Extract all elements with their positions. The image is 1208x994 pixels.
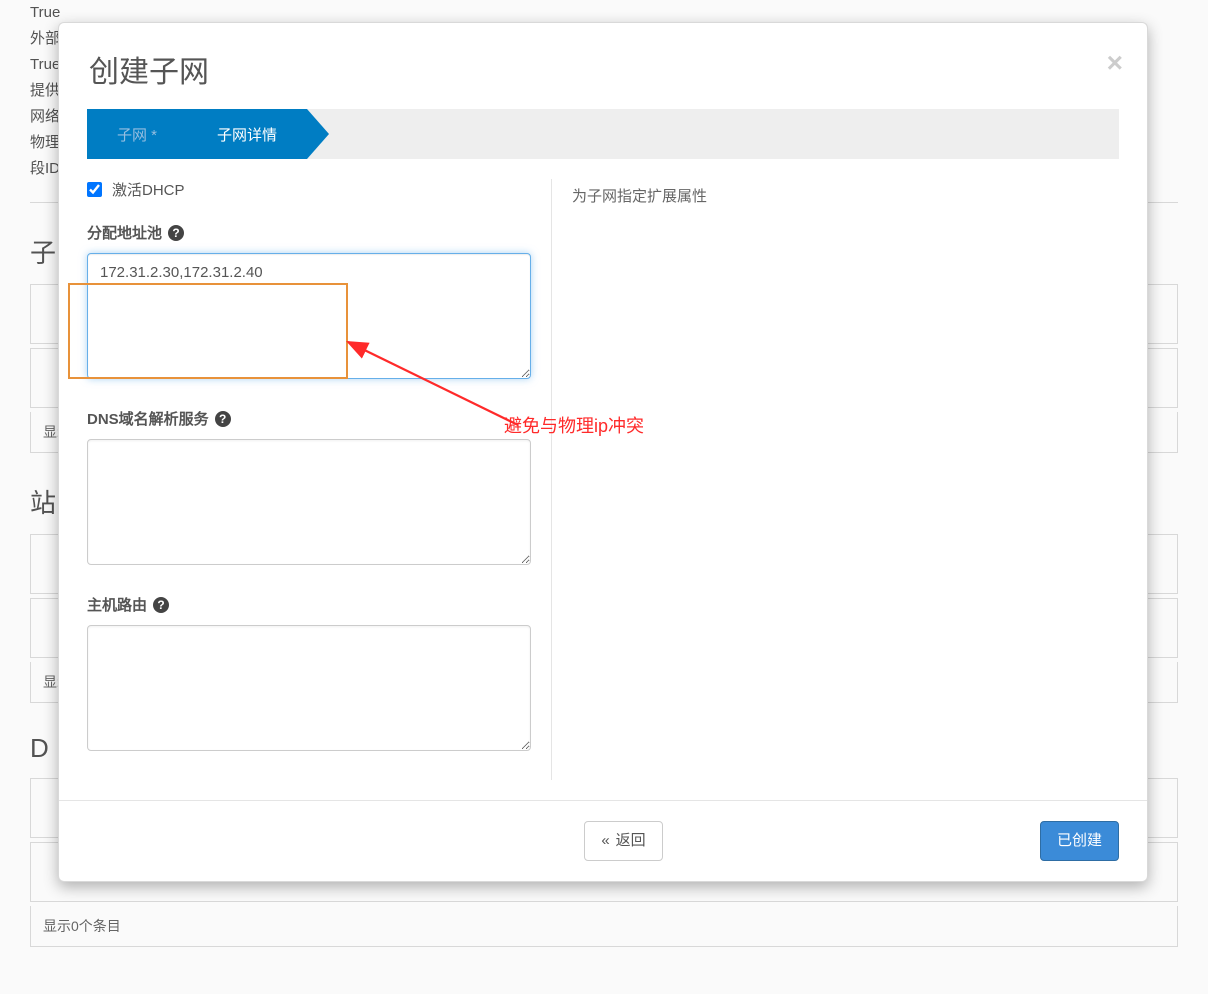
help-icon[interactable]: ?: [215, 411, 231, 427]
modal-footer: « 返回 已创建: [59, 800, 1147, 881]
close-icon: ×: [1107, 47, 1123, 78]
dns-label: DNS域名解析服务 ?: [87, 408, 531, 429]
help-icon[interactable]: ?: [168, 225, 184, 241]
close-button[interactable]: ×: [1107, 49, 1123, 77]
wizard-steps: 子网 * 子网详情: [87, 109, 1119, 159]
wizard-step-subnet[interactable]: 子网 *: [87, 109, 187, 159]
wizard-step-label: 子网详情: [217, 124, 277, 145]
form-column: 激活DHCP 分配地址池 ? DNS域名解析服务 ? 主机路由: [87, 179, 551, 780]
wizard-step-subnet-details[interactable]: 子网详情: [187, 109, 307, 159]
dhcp-label: 激活DHCP: [112, 179, 185, 200]
back-label: 返回: [616, 832, 646, 850]
modal-title: 创建子网: [89, 47, 1117, 91]
host-routes-input[interactable]: [87, 625, 531, 751]
label-text: 分配地址池: [87, 222, 162, 243]
wizard-step-label: 子网 *: [117, 124, 157, 145]
modal-body: 激活DHCP 分配地址池 ? DNS域名解析服务 ? 主机路由: [59, 159, 1147, 800]
create-subnet-modal: 创建子网 × 子网 * 子网详情 激活DHCP 分配地址池 ?: [58, 22, 1148, 882]
submit-label: 已创建: [1057, 832, 1102, 850]
chevron-left-icon: «: [601, 832, 609, 850]
annotation-text: 避免与物理ip冲突: [504, 412, 644, 438]
allocation-pool-group: 分配地址池 ?: [87, 222, 531, 382]
dhcp-check-row: 激活DHCP: [87, 179, 531, 200]
modal-header: 创建子网 ×: [59, 23, 1147, 109]
host-routes-group: 主机路由 ?: [87, 594, 531, 754]
help-icon[interactable]: ?: [153, 597, 169, 613]
allocation-pool-input[interactable]: [87, 253, 531, 379]
dns-input[interactable]: [87, 439, 531, 565]
allocation-pool-label: 分配地址池 ?: [87, 222, 531, 243]
dns-group: DNS域名解析服务 ?: [87, 408, 531, 568]
submit-button[interactable]: 已创建: [1040, 821, 1119, 861]
host-routes-label: 主机路由 ?: [87, 594, 531, 615]
label-text: 主机路由: [87, 594, 147, 615]
label-text: DNS域名解析服务: [87, 408, 209, 429]
dhcp-checkbox[interactable]: [87, 182, 102, 197]
help-text: 为子网指定扩展属性: [572, 185, 1119, 206]
back-button[interactable]: « 返回: [584, 821, 662, 861]
help-column: 为子网指定扩展属性: [551, 179, 1119, 780]
